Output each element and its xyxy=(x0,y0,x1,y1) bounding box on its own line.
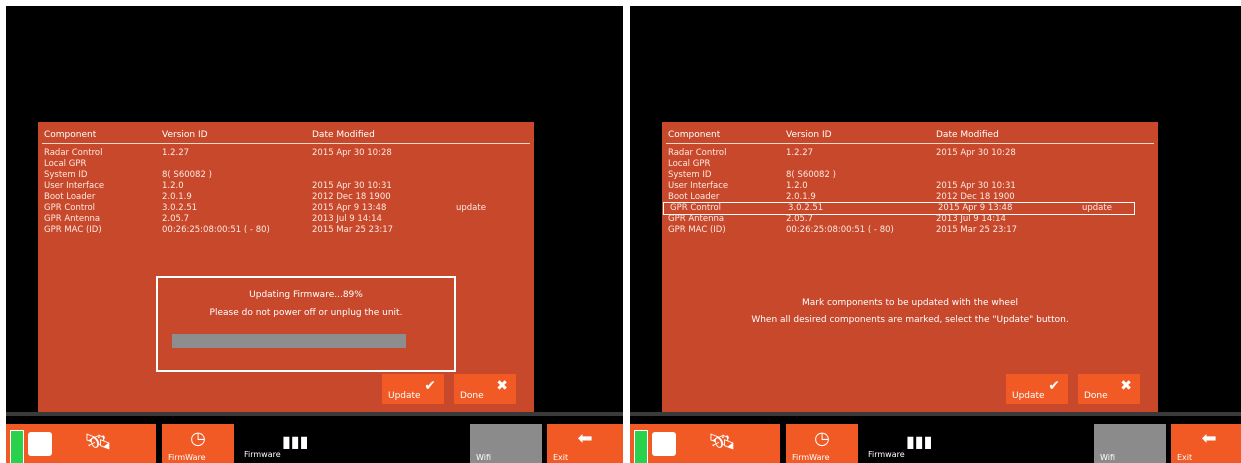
table-row[interactable]: System ID 8( S60082 ) xyxy=(38,170,534,181)
firmware-icon: ▮▮▮ xyxy=(282,432,309,451)
table-row[interactable]: Boot Loader 2.0.1.9 2012 Dec 18 1900 xyxy=(662,192,1158,203)
dialog-title: Updating Firmware...89% xyxy=(249,290,363,300)
col-header-version: Version ID xyxy=(162,130,208,140)
close-icon: ✖ xyxy=(1120,378,1132,394)
table-row[interactable]: Radar Control 1.2.27 2015 Apr 30 10:28 xyxy=(662,148,1158,159)
firmware-icon: ▮▮▮ xyxy=(906,432,933,451)
table-row[interactable]: Boot Loader 2.0.1.9 2012 Dec 18 1900 xyxy=(38,192,534,203)
progress-fill xyxy=(172,334,381,348)
back-button[interactable]: ⬅ Exit xyxy=(547,424,623,463)
screen-select: Component Version ID Date Modified Radar… xyxy=(630,6,1241,463)
instruction-line-1: Mark components to be updated with the w… xyxy=(801,298,1019,308)
wifi-button[interactable]: Wifi xyxy=(1094,424,1166,463)
status-area: 🛰 xyxy=(6,424,156,463)
done-button[interactable]: Done ✖ xyxy=(454,374,516,404)
table-row[interactable]: GPR Antenna 2.05.7 2013 Jul 9 14:14 xyxy=(662,214,1158,225)
clock-icon: ◷ xyxy=(814,428,830,449)
done-button[interactable]: Done ✖ xyxy=(1078,374,1140,404)
back-button[interactable]: ⬅ Exit xyxy=(1171,424,1241,463)
bottom-shadow xyxy=(630,412,1241,416)
status-area: 🛰 xyxy=(630,424,780,463)
settings-button[interactable]: ◷ FirmWare xyxy=(786,424,858,463)
table-row[interactable]: Local GPR xyxy=(38,159,534,170)
col-header-date: Date Modified xyxy=(312,130,375,140)
dialog-message: Please do not power off or unplug the un… xyxy=(209,308,403,318)
table-row[interactable]: GPR Antenna 2.05.7 2013 Jul 9 14:14 xyxy=(38,214,534,225)
instruction-line-2: When all desired components are marked, … xyxy=(751,315,1069,325)
update-progress-dialog: Updating Firmware...89% Please do not po… xyxy=(156,276,456,372)
table-row[interactable]: Radar Control 1.2.27 2015 Apr 30 10:28 xyxy=(38,148,534,159)
storage-icon xyxy=(28,432,52,456)
firmware-label: Firmware xyxy=(868,450,905,459)
update-button[interactable]: Update ✔ xyxy=(1006,374,1068,404)
settings-button[interactable]: ◷ FirmWare xyxy=(162,424,234,463)
col-header-date: Date Modified xyxy=(936,130,999,140)
clock-icon: ◷ xyxy=(190,428,206,449)
firmware-label: Firmware xyxy=(244,450,281,459)
table-row[interactable]: GPR MAC (ID) 00:26:25:08:00:51 ( - 80) 2… xyxy=(38,225,534,236)
satellite-icon: 🛰 xyxy=(84,430,112,455)
close-icon: ✖ xyxy=(496,378,508,394)
col-header-component: Component xyxy=(44,130,97,140)
table-row[interactable]: GPR Control 3.0.2.51 2015 Apr 9 13:48 up… xyxy=(38,203,534,214)
progress-bar xyxy=(172,334,406,348)
satellite-icon: 🛰 xyxy=(708,430,736,455)
screen-updating: Component Version ID Date Modified Radar… xyxy=(6,6,623,463)
check-icon: ✔ xyxy=(424,378,436,394)
header-divider xyxy=(666,143,1154,144)
battery-icon xyxy=(10,430,24,463)
arrow-left-icon: ⬅ xyxy=(577,428,593,449)
table-row[interactable]: System ID 8( S60082 ) xyxy=(662,170,1158,181)
bottom-shadow xyxy=(6,412,623,416)
update-flag: update xyxy=(456,203,486,213)
firmware-panel: Component Version ID Date Modified Radar… xyxy=(38,122,534,416)
update-button[interactable]: Update ✔ xyxy=(382,374,444,404)
table-row[interactable]: GPR MAC (ID) 00:26:25:08:00:51 ( - 80) 2… xyxy=(662,225,1158,236)
table-row[interactable]: User Interface 1.2.0 2015 Apr 30 10:31 xyxy=(662,181,1158,192)
arrow-left-icon: ⬅ xyxy=(1201,428,1217,449)
col-header-component: Component xyxy=(668,130,721,140)
table-row-selected[interactable]: GPR Control 3.0.2.51 2015 Apr 9 13:48 up… xyxy=(663,202,1135,215)
check-icon: ✔ xyxy=(1048,378,1060,394)
col-header-version: Version ID xyxy=(786,130,832,140)
firmware-panel: Component Version ID Date Modified Radar… xyxy=(662,122,1158,416)
wifi-button[interactable]: Wifi xyxy=(470,424,542,463)
header-divider xyxy=(42,143,530,144)
battery-icon xyxy=(634,430,648,463)
update-flag: update xyxy=(1082,203,1112,213)
table-row[interactable]: Local GPR xyxy=(662,159,1158,170)
table-row[interactable]: User Interface 1.2.0 2015 Apr 30 10:31 xyxy=(38,181,534,192)
storage-icon xyxy=(652,432,676,456)
